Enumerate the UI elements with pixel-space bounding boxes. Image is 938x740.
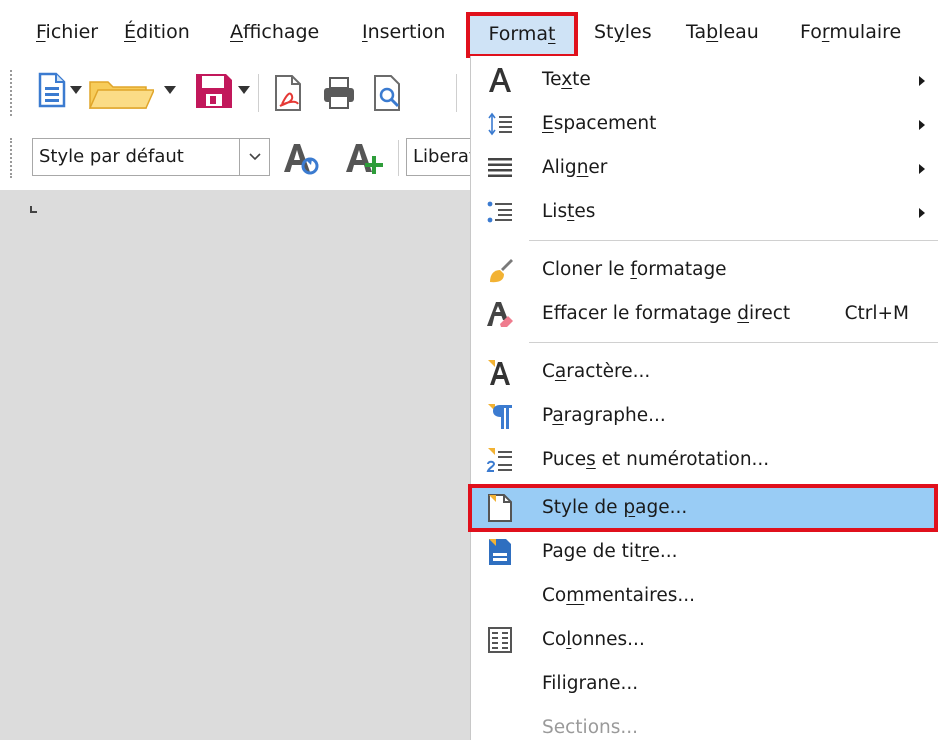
columns-icon xyxy=(485,625,515,655)
submenu-arrow-icon xyxy=(919,76,925,86)
menu-affichage[interactable]: Affichage xyxy=(230,12,319,52)
menu-insertion[interactable]: Insertion xyxy=(362,12,445,52)
submenu-arrow-icon xyxy=(919,164,925,174)
menu-item-puces-numerotation[interactable]: Puces et numérotation... xyxy=(471,438,938,482)
print-preview-icon[interactable] xyxy=(372,74,404,112)
character-icon xyxy=(485,357,515,387)
menu-item-aligner[interactable]: Aligner xyxy=(471,146,938,190)
menu-item-sections: Sections... xyxy=(542,717,639,738)
toolbar-separator xyxy=(456,74,457,112)
menu-tableau[interactable]: Tableau xyxy=(686,12,759,52)
menu-item-paragraphe[interactable]: Paragraphe... xyxy=(471,394,938,438)
toolbar-grip[interactable] xyxy=(10,138,14,178)
standard-toolbar xyxy=(0,58,470,128)
paragraph-style-select[interactable]: Style par défaut xyxy=(32,138,270,176)
submenu-arrow-icon xyxy=(919,120,925,130)
menu-item-effacer-formatage-direct[interactable]: Effacer le formatage direct Ctrl+M xyxy=(471,292,938,336)
open-folder-icon[interactable] xyxy=(88,74,154,110)
menu-item-commentaires[interactable]: Commentaires... xyxy=(471,574,938,618)
clear-formatting-icon xyxy=(485,299,515,329)
page-corner-mark xyxy=(30,206,37,213)
toolbar-separator xyxy=(398,140,399,176)
page-style-icon xyxy=(485,493,515,523)
bullets-numbering-icon xyxy=(485,445,515,475)
formatting-toolbar: Style par défaut Liberation Serif xyxy=(0,128,470,190)
document-canvas[interactable] xyxy=(0,190,470,740)
menu-formulaire[interactable]: Formulaire xyxy=(800,12,901,52)
export-pdf-icon[interactable] xyxy=(272,74,306,112)
menu-styles[interactable]: Styles xyxy=(594,12,652,52)
list-icon xyxy=(485,197,515,227)
menu-separator xyxy=(529,342,938,343)
font-name-select[interactable]: Liberation Serif xyxy=(406,138,470,176)
menu-item-style-de-page[interactable]: Style de page... xyxy=(471,486,938,530)
toolbar-separator xyxy=(258,74,259,112)
update-style-icon[interactable] xyxy=(282,140,320,176)
menu-edition[interactable]: Édition xyxy=(124,12,190,52)
line-spacing-icon xyxy=(485,109,515,139)
menu-fichier[interactable]: Fichier xyxy=(36,12,98,52)
title-page-icon xyxy=(485,537,515,567)
menu-separator xyxy=(529,484,938,485)
chevron-down-icon xyxy=(248,153,261,161)
new-style-icon[interactable] xyxy=(344,140,386,176)
menu-format[interactable]: Format xyxy=(466,12,578,56)
shortcut-label: Ctrl+M xyxy=(844,303,909,324)
new-document-icon[interactable] xyxy=(38,72,66,108)
paragraph-icon xyxy=(485,401,515,431)
paragraph-style-value: Style par défaut xyxy=(39,146,184,167)
toolbar-grip[interactable] xyxy=(10,70,14,116)
save-icon[interactable] xyxy=(182,72,234,110)
text-a-icon xyxy=(485,65,515,95)
paragraph-style-dropdown-button[interactable] xyxy=(239,139,269,175)
print-icon[interactable] xyxy=(322,76,356,110)
menu-separator xyxy=(529,240,938,241)
new-dropdown-chevron-icon[interactable] xyxy=(70,86,82,94)
menu-item-caractere[interactable]: Caractère... xyxy=(471,350,938,394)
font-name-value: Liberation Serif xyxy=(413,146,470,167)
menu-item-listes[interactable]: Listes xyxy=(471,190,938,234)
format-menu: Texte Espacement Aligner Listes Cloner l… xyxy=(470,56,938,740)
menu-item-filigrane[interactable]: Filigrane... xyxy=(471,662,938,706)
open-dropdown-chevron-icon[interactable] xyxy=(164,86,176,94)
menu-item-page-de-titre[interactable]: Page de titre... xyxy=(471,530,938,574)
menu-item-colonnes[interactable]: Colonnes... xyxy=(471,618,938,662)
menu-item-espacement[interactable]: Espacement xyxy=(471,102,938,146)
menubar: Fichier Édition Affichage Insertion Form… xyxy=(0,0,938,58)
clone-formatting-icon xyxy=(485,255,515,285)
menu-item-cloner-formatage[interactable]: Cloner le formatage xyxy=(471,248,938,292)
align-icon xyxy=(485,153,515,183)
menu-item-texte[interactable]: Texte xyxy=(471,58,938,102)
submenu-arrow-icon xyxy=(919,208,925,218)
save-dropdown-chevron-icon[interactable] xyxy=(238,86,250,94)
